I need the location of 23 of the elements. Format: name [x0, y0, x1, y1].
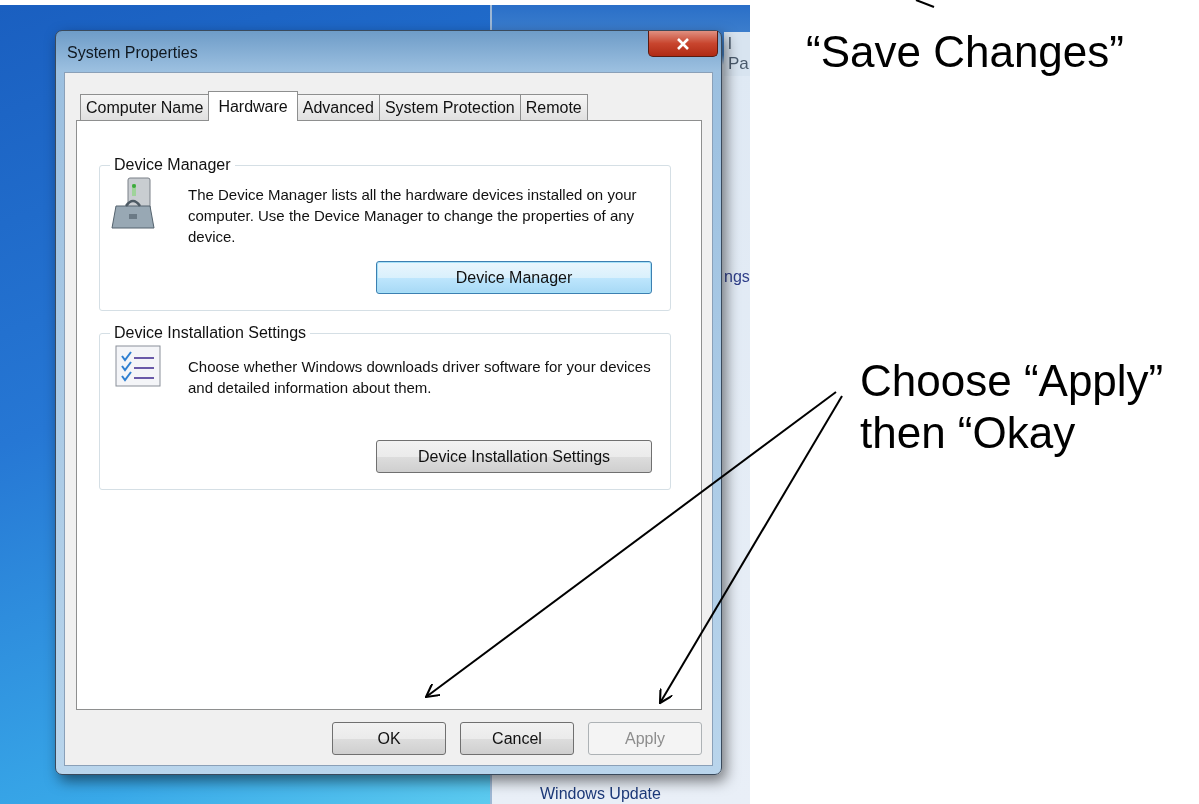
tab[interactable]: Advanced [296, 94, 380, 120]
tab[interactable]: Hardware [208, 91, 298, 121]
close-button[interactable] [648, 31, 718, 57]
description-text: The Device Manager lists all the hardware devices installed on your computer. Use the Device Manager to change the properties of any device. [188, 185, 638, 247]
tab[interactable]: Remote [519, 94, 588, 120]
close-icon [676, 37, 690, 50]
dialog-button[interactable]: Cancel [460, 722, 574, 755]
tab[interactable]: Computer Name [80, 94, 210, 120]
leader-line [915, 0, 935, 8]
description-text: Choose whether Windows downloads driver software for your devices and detailed information about them. [188, 357, 652, 398]
dialog-button[interactable]: OK [332, 722, 446, 755]
action-button[interactable]: Device Manager [376, 261, 652, 294]
window-title: System Properties [67, 44, 198, 62]
windows-update-link[interactable]: Windows Update [540, 785, 661, 803]
tab[interactable]: System Protection [378, 94, 521, 120]
action-button[interactable]: Device Installation Settings [376, 440, 652, 473]
checklist-icon [114, 344, 162, 388]
link-text[interactable]: ngs [724, 268, 750, 286]
annotation-text: Choose “Apply” then “Okay [860, 355, 1165, 459]
group-title: Device Manager [110, 156, 235, 174]
group-title: Device Installation Settings [110, 324, 311, 342]
tab-label[interactable]: l Pa [724, 32, 750, 76]
annotation-text: “Save Changes” [806, 26, 1125, 78]
